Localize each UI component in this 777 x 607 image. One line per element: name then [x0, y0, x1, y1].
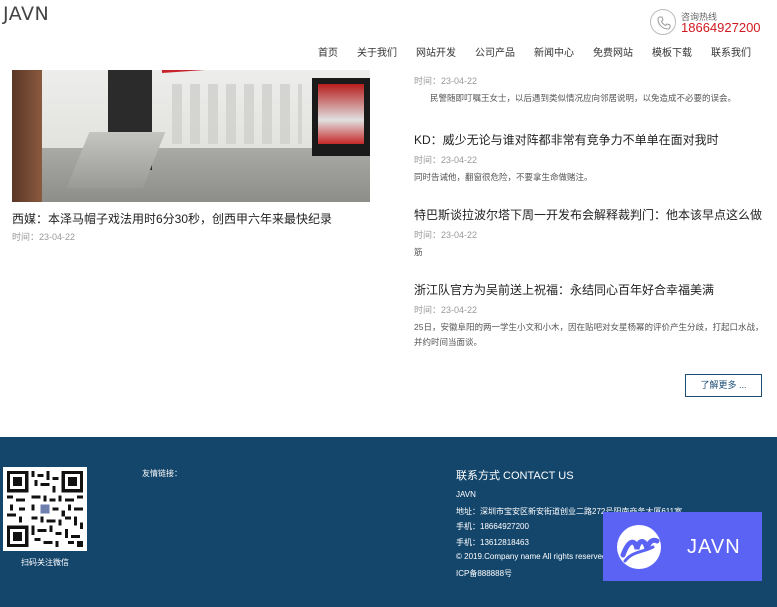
news-time: 时间：23-04-22: [414, 155, 478, 165]
javn-badge[interactable]: JAVN: [603, 512, 762, 581]
javn-logo-icon: [617, 525, 661, 569]
icp-number: ICP备888888号: [456, 569, 513, 578]
contact-heading: 联系方式 CONTACT US: [456, 470, 574, 482]
qr-label: 扫码关注微信: [21, 558, 69, 567]
hero-panels: [172, 84, 302, 144]
javn-badge-text: JAVN: [687, 536, 741, 558]
featured-title[interactable]: 西媒：本泽马帽子戏法用时6分30秒，创西甲六年来最快纪录: [12, 210, 332, 227]
nav-contact[interactable]: 联系我们: [711, 44, 751, 59]
phone-icon: [650, 9, 676, 35]
contact-phone-2: 手机：13612818463: [456, 538, 529, 547]
more-button[interactable]: 了解更多 ...: [685, 374, 762, 397]
hero-screen: [312, 78, 370, 156]
hotline: 咨询热线 18664927200: [650, 8, 777, 38]
nav-home[interactable]: 首页: [318, 44, 338, 59]
news-title[interactable]: KD：威少无论与谁对阵都非常有竞争力不单单在面对我时: [414, 131, 764, 148]
friendly-links-label: 友情链接：: [142, 469, 182, 478]
news-excerpt: 筋: [414, 247, 423, 257]
qr-code: [3, 467, 87, 551]
contact-phone-1: 手机：18664927200: [456, 522, 529, 531]
featured-image[interactable]: [12, 70, 370, 202]
news-excerpt: 25日，安徽阜阳的两一学生小文和小木，因在贴吧对女星杨幂的评价产生分歧，打起口水…: [414, 322, 764, 347]
contact-company: JAVN: [456, 490, 476, 499]
news-time: 时间：23-04-22: [414, 230, 478, 240]
hero-pillar: [12, 70, 42, 202]
nav-news[interactable]: 新闻中心: [534, 44, 574, 59]
copyright: © 2019.Company name All rights reserved: [456, 552, 607, 561]
news-item: KD：威少无论与谁对阵都非常有竞争力不单单在面对我时 时间：23-04-22 同…: [414, 131, 764, 185]
nav-free-sites[interactable]: 免费网站: [593, 44, 633, 59]
featured-time: 时间：23-04-22: [12, 232, 76, 242]
site-header: JAVN 咨询热线 18664927200 首页 关于我们 网站开发 公司产品 …: [0, 0, 777, 62]
news-excerpt: 民警随即叮嘱王女士，以后遇到类似情况应向邻居说明，以免造成不必要的误会。: [430, 93, 737, 103]
nav-web-dev[interactable]: 网站开发: [416, 44, 456, 59]
hero-floor: [12, 148, 370, 202]
news-item: 浙江队官方为吴前送上祝福：永结同心百年好合幸福美满 时间：23-04-22 25…: [414, 281, 764, 350]
news-title[interactable]: 浙江队官方为吴前送上祝福：永结同心百年好合幸福美满: [414, 281, 764, 298]
nav-products[interactable]: 公司产品: [475, 44, 515, 59]
news-excerpt: 同时告诫他，翻窗很危险，不要拿生命做赌注。: [414, 172, 593, 182]
news-time: 时间：23-04-22: [414, 305, 478, 315]
main-nav: 首页 关于我们 网站开发 公司产品 新闻中心 免费网站 模板下载 联系我们: [318, 44, 751, 59]
news-item: 时间：23-04-22 民警随即叮嘱王女士，以后遇到类似情况应向邻居说明，以免造…: [414, 74, 764, 106]
nav-templates[interactable]: 模板下载: [652, 44, 692, 59]
nav-about[interactable]: 关于我们: [357, 44, 397, 59]
news-title[interactable]: 特巴斯谈拉波尔塔下周一开发布会解释裁判门：他本该早点这么做: [414, 206, 764, 223]
news-item: 特巴斯谈拉波尔塔下周一开发布会解释裁判门：他本该早点这么做 时间：23-04-2…: [414, 206, 764, 260]
news-time: 时间：23-04-22: [414, 76, 478, 86]
site-logo[interactable]: JAVN: [3, 3, 49, 25]
hotline-number: 18664927200: [681, 20, 761, 35]
